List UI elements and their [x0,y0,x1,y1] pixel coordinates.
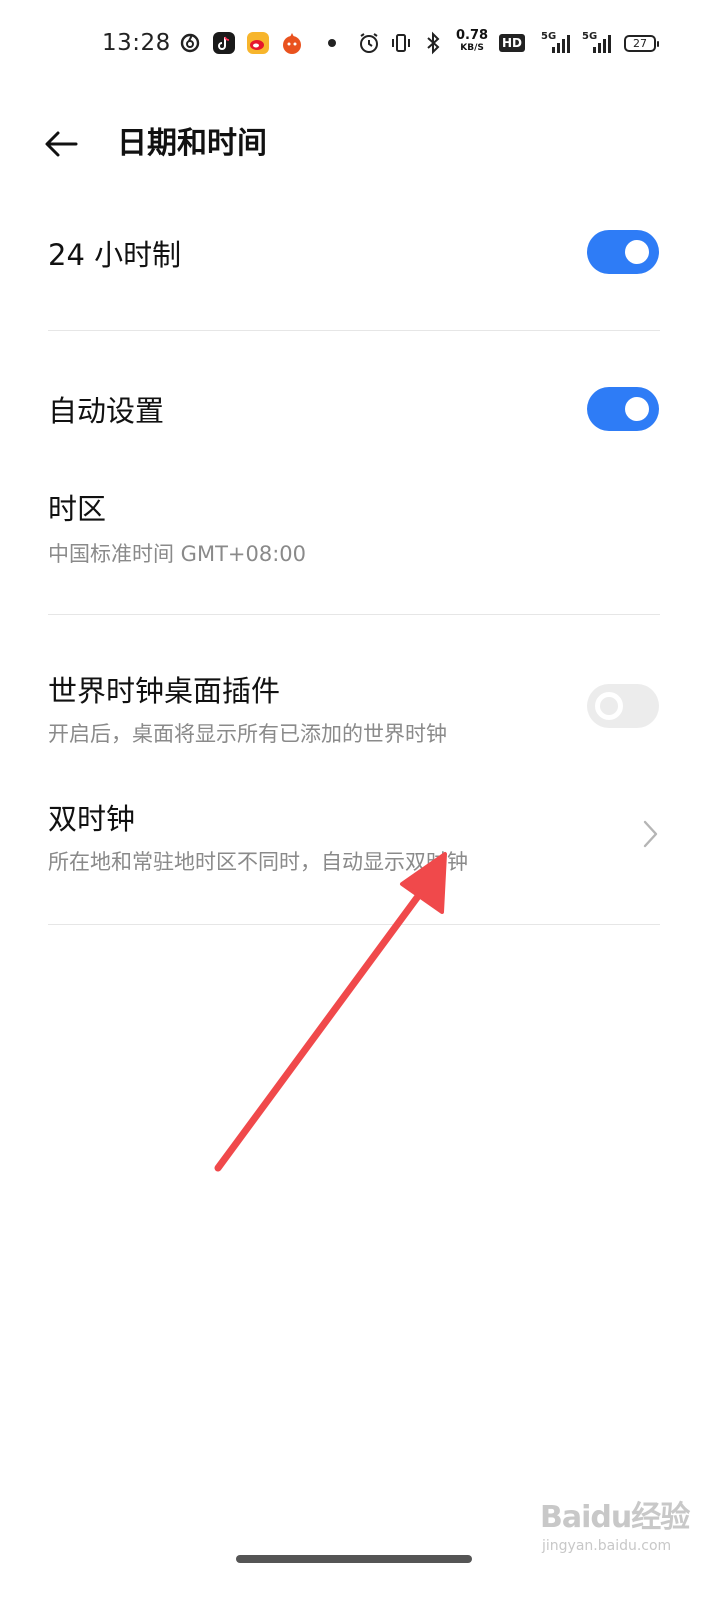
signal-5g-secondary-icon: 5G [581,31,615,55]
hd-voice-icon: HD [498,31,526,55]
dual-clock-label: 双时钟 [48,802,136,836]
netease-music-icon [178,31,202,55]
toggle-knob [595,692,623,720]
alarm-icon [357,31,381,55]
baidu-jingyan-watermark: Baidu经验 jingyan.baidu.com [540,1492,710,1572]
auto-set-label: 自动设置 [48,394,165,428]
divider [48,330,660,331]
world-clock-widget-description: 开启后，桌面将显示所有已添加的世界时钟 [48,722,447,746]
toggle-knob [625,240,649,264]
app-header: 日期和时间 [0,100,720,180]
divider [48,614,660,615]
divider [48,924,660,925]
timezone-label: 时区 [48,492,107,526]
watermark-url: jingyan.baidu.com [542,1538,672,1554]
weibo-app-icon [246,31,270,55]
dual-clock-description: 所在地和常驻地时区不同时，自动显示双时钟 [48,850,468,874]
world-clock-widget-toggle[interactable] [587,684,659,728]
hour24-label: 24 小时制 [48,238,182,272]
world-clock-widget-row[interactable]: 世界时钟桌面插件 开启后，桌面将显示所有已添加的世界时钟 [0,650,720,770]
hour24-row[interactable]: 24 小时制 [0,210,720,300]
status-bar: 13:28 0.78 KB/S HD 5G 5G 27 [0,0,720,90]
hour24-toggle[interactable] [587,230,659,274]
auto-set-row[interactable]: 自动设置 [0,366,720,456]
notification-dot-icon [320,31,344,55]
status-time: 13:28 [102,30,171,56]
auto-set-toggle[interactable] [587,387,659,431]
page-title: 日期和时间 [117,126,267,161]
tiktok-app-icon [212,31,236,55]
back-button[interactable] [40,122,84,166]
game-app-icon [280,31,304,55]
chevron-right-icon [643,820,658,848]
watermark-logo: Baidu经验 [540,1500,690,1535]
signal-5g-icon: 5G [540,31,574,55]
bluetooth-icon [421,31,445,55]
toggle-knob [625,397,649,421]
world-clock-widget-label: 世界时钟桌面插件 [48,674,281,708]
back-arrow-icon [45,131,78,157]
network-speed: 0.78 KB/S [456,28,489,53]
dual-clock-row[interactable]: 双时钟 所在地和常驻地时区不同时，自动显示双时钟 [0,780,720,900]
vibrate-icon [389,31,413,55]
home-indicator[interactable] [236,1555,472,1563]
timezone-row[interactable]: 时区 中国标准时间 GMT+08:00 [0,470,720,590]
timezone-value: 中国标准时间 GMT+08:00 [48,542,307,566]
battery-icon: 27 [624,35,659,52]
